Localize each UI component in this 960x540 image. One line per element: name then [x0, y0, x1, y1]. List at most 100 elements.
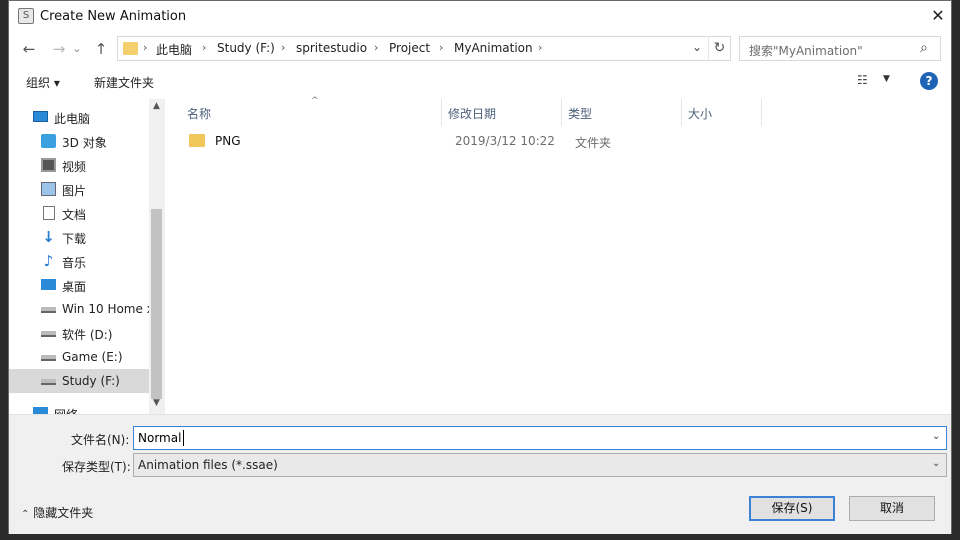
breadcrumb-separator: › — [281, 41, 286, 54]
sidebar-item-label: 视频 — [62, 160, 87, 174]
address-dropdown[interactable]: ⌄ — [692, 40, 702, 54]
sidebar-item-label: 文档 — [62, 208, 87, 222]
sidebar-item-label: 此电脑 — [54, 112, 91, 126]
breadcrumb-separator: › — [374, 41, 379, 54]
document-icon — [43, 206, 55, 220]
sidebar-item-this-pc[interactable]: 此电脑 — [9, 105, 149, 129]
view-dropdown-icon[interactable]: ▼ — [883, 74, 890, 84]
sidebar-item-win10-drive[interactable]: Win 10 Home x — [9, 297, 154, 321]
file-list: ^ 名称 修改日期 类型 大小 PNG 2019/3/12 10:22 文件夹 — [164, 96, 951, 414]
filename-dropdown-icon[interactable]: ⌄ — [932, 431, 940, 442]
hide-folders-label: 隐藏文件夹 — [33, 506, 94, 520]
sidebar-item-label: 图片 — [62, 184, 87, 198]
filetype-label: 保存类型(T): — [62, 460, 131, 474]
refresh-button[interactable]: ↻ — [708, 36, 730, 61]
sidebar-item-videos[interactable]: 视频 — [9, 153, 149, 177]
sidebar-item-downloads[interactable]: ↓ 下载 — [9, 225, 149, 249]
filename-input[interactable]: Normal — [138, 431, 181, 445]
sidebar-item-network[interactable]: 网络 — [9, 403, 149, 414]
breadcrumb-separator: › — [143, 41, 148, 54]
file-modified: 2019/3/12 10:22 — [455, 134, 555, 148]
breadcrumb-project[interactable]: Project — [389, 41, 430, 55]
column-divider[interactable] — [681, 99, 682, 126]
sidebar-scroll-thumb[interactable] — [151, 209, 162, 399]
file-name: PNG — [215, 134, 241, 148]
search-box[interactable]: 搜索"MyAnimation" ⌕ — [739, 36, 941, 61]
breadcrumb-spritestudio[interactable]: spritestudio — [296, 41, 367, 55]
sidebar-item-music[interactable]: ♪ 音乐 — [9, 249, 149, 273]
sidebar-item-software-drive[interactable]: 软件 (D:) — [9, 321, 149, 345]
filetype-dropdown-icon[interactable]: ⌄ — [932, 458, 940, 469]
table-row[interactable]: PNG 2019/3/12 10:22 文件夹 — [185, 131, 845, 153]
picture-icon — [41, 182, 56, 196]
sidebar-item-3d-objects[interactable]: 3D 对象 — [9, 129, 149, 153]
computer-icon — [33, 111, 48, 122]
music-icon: ♪ — [43, 252, 54, 270]
sidebar-item-label: 桌面 — [62, 280, 87, 294]
drive-icon — [41, 355, 56, 361]
filetype-select[interactable]: Animation files (*.ssae) ⌄ — [133, 453, 947, 477]
sort-ascending-icon: ^ — [311, 96, 319, 106]
close-button[interactable]: ✕ — [927, 5, 949, 27]
sidebar-item-label: 下载 — [62, 232, 87, 246]
sidebar-item-label: Game (E:) — [62, 350, 123, 364]
breadcrumb-study[interactable]: Study (F:) — [217, 41, 275, 55]
address-bar[interactable]: › 此电脑 › Study (F:) › spritestudio › Proj… — [117, 36, 731, 61]
chevron-up-icon: ⌃ — [21, 509, 30, 520]
cube-icon — [41, 134, 56, 148]
breadcrumb-separator: › — [439, 41, 444, 54]
filename-field[interactable]: Normal ⌄ — [133, 426, 947, 450]
title-bar: S Create New Animation ✕ — [9, 1, 951, 33]
sidebar-item-label: 软件 (D:) — [62, 328, 113, 342]
sidebar-item-label: Win 10 Home x — [62, 302, 154, 316]
text-cursor — [183, 430, 184, 446]
recent-locations-button[interactable]: ⌄ — [71, 39, 83, 59]
navigation-bar: ← → ⌄ ↑ › 此电脑 › Study (F:) › spritestudi… — [9, 34, 951, 64]
breadcrumb-this-pc[interactable]: 此电脑 — [156, 41, 192, 58]
filename-label: 文件名(N): — [71, 433, 130, 447]
organize-menu[interactable]: 组织 ▾ — [26, 74, 60, 91]
sidebar-item-game-drive[interactable]: Game (E:) — [9, 345, 149, 369]
network-icon — [33, 407, 48, 414]
view-options-icon[interactable]: ☷ — [857, 73, 868, 87]
column-header-type[interactable]: 类型 — [568, 105, 592, 122]
column-header-size[interactable]: 大小 — [688, 105, 712, 122]
search-input[interactable]: 搜索"MyAnimation" — [749, 42, 863, 59]
sidebar-item-study-drive[interactable]: Study (F:) — [9, 369, 149, 393]
column-divider[interactable] — [561, 99, 562, 126]
breadcrumb-myanimation[interactable]: MyAnimation — [454, 41, 533, 55]
download-icon: ↓ — [42, 228, 55, 246]
save-options-panel: 文件名(N): Normal ⌄ 保存类型(T): Animation file… — [9, 414, 951, 534]
video-icon — [41, 158, 56, 172]
command-toolbar: 组织 ▾ 新建文件夹 ☷ ▼ ? — [9, 65, 951, 99]
navigation-pane: 此电脑 3D 对象 视频 图片 文档 ↓ 下载 ♪ 音乐 桌面 Win 10 H… — [9, 99, 164, 414]
file-type: 文件夹 — [575, 136, 612, 150]
sidebar-item-pictures[interactable]: 图片 — [9, 177, 149, 201]
scroll-down-icon[interactable]: ▼ — [149, 398, 164, 412]
new-folder-button[interactable]: 新建文件夹 — [94, 74, 154, 91]
filetype-value: Animation files (*.ssae) — [138, 458, 278, 472]
sidebar-item-label: 网络 — [54, 406, 78, 414]
cancel-button[interactable]: 取消 — [849, 496, 935, 521]
drive-icon — [41, 331, 56, 337]
drive-icon — [41, 379, 56, 385]
forward-button[interactable]: → — [49, 39, 69, 59]
column-header-name[interactable]: 名称 — [187, 105, 211, 122]
back-button[interactable]: ← — [19, 39, 39, 59]
breadcrumb-separator: › — [538, 41, 543, 54]
column-divider[interactable] — [441, 99, 442, 126]
scroll-up-icon[interactable]: ▲ — [149, 101, 164, 115]
desktop-icon — [41, 279, 56, 290]
save-button[interactable]: 保存(S) — [749, 496, 835, 521]
hide-folders-toggle[interactable]: ⌃ 隐藏文件夹 — [21, 504, 93, 521]
search-icon[interactable]: ⌕ — [920, 40, 928, 56]
folder-icon — [123, 42, 138, 55]
sidebar-item-documents[interactable]: 文档 — [9, 201, 149, 225]
help-icon[interactable]: ? — [920, 72, 938, 90]
column-divider[interactable] — [761, 99, 762, 126]
sidebar-item-desktop[interactable]: 桌面 — [9, 273, 149, 297]
up-button[interactable]: ↑ — [91, 39, 111, 59]
column-header-modified[interactable]: 修改日期 — [448, 105, 496, 122]
app-icon: S — [18, 8, 34, 24]
sidebar-item-label: 音乐 — [62, 256, 87, 270]
